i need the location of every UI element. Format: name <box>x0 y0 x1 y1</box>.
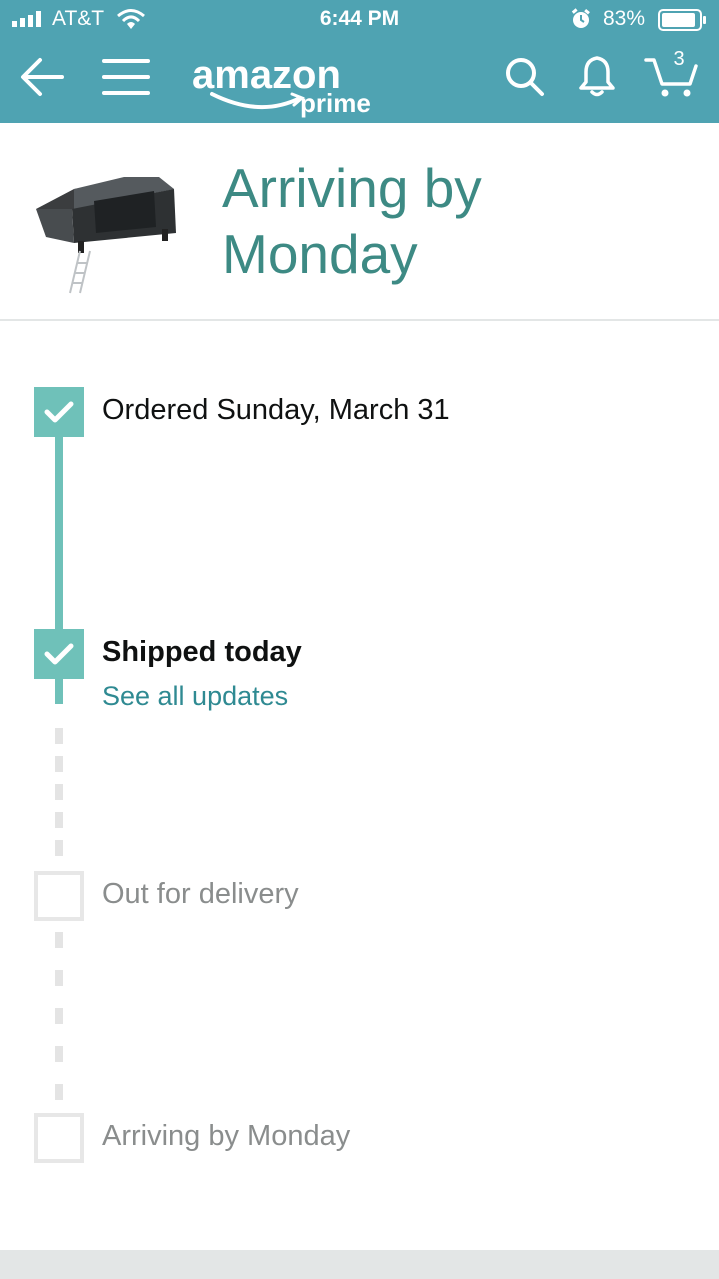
product-summary[interactable]: Arriving by Monday <box>0 123 719 321</box>
notification-bell-icon[interactable] <box>576 54 618 98</box>
nav-bar: amazon prime 3 <box>0 40 719 123</box>
battery-percent: 83% <box>603 7 646 30</box>
timeline-connector-pending <box>55 932 63 1100</box>
alarm-icon <box>571 8 590 28</box>
step-arriving-label: Arriving by Monday <box>102 1120 351 1152</box>
timeline-connector-pending <box>55 728 63 856</box>
see-all-updates-link[interactable]: See all updates <box>102 681 288 712</box>
section-divider <box>0 1250 719 1279</box>
logo-sub-text: prime <box>300 88 371 118</box>
search-icon[interactable] <box>504 56 546 98</box>
step-arriving-checkbox <box>34 1113 84 1163</box>
checkmark-icon <box>44 643 74 665</box>
step-shipped-checkbox <box>34 629 84 679</box>
back-arrow-icon[interactable] <box>20 56 66 98</box>
battery-icon <box>658 9 706 31</box>
step-out-for-delivery-label: Out for delivery <box>102 878 299 910</box>
timeline-connector-done <box>55 436 63 630</box>
step-ordered-checkbox <box>34 387 84 437</box>
checkmark-icon <box>44 401 74 423</box>
step-shipped-label: Shipped today <box>102 636 302 668</box>
status-bar: AT&T 6:44 PM 83% <box>0 0 719 40</box>
amazon-prime-logo[interactable]: amazon prime <box>190 48 390 118</box>
product-thumbnail[interactable] <box>34 169 184 295</box>
timeline-connector-done <box>55 678 63 704</box>
step-ordered-label: Ordered Sunday, March 31 <box>102 394 450 426</box>
step-out-for-delivery-checkbox <box>34 871 84 921</box>
cart-count-badge: 3 <box>673 48 685 70</box>
delivery-status-title: Arriving by Monday <box>222 157 482 285</box>
app-header: AT&T 6:44 PM 83% amazon prime 3 <box>0 0 719 123</box>
menu-icon[interactable] <box>102 56 152 98</box>
